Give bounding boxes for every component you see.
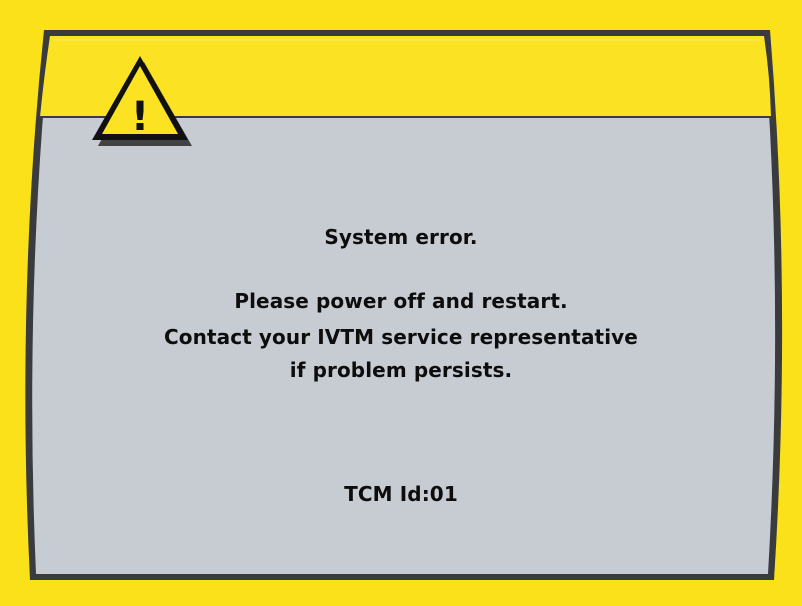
device-id-label: TCM Id:01 [344,482,458,506]
warning-triangle-icon: ! [88,52,196,152]
instruction-line-1: Please power off and restart. [234,289,568,313]
error-headline: System error. [324,225,478,249]
instruction-line-3: if problem persists. [289,358,513,382]
warning-glyph: ! [131,94,149,140]
error-screen: ! System error. Please power off and res… [0,0,802,606]
instruction-line-2: Contact your IVTM service representative [164,325,638,349]
